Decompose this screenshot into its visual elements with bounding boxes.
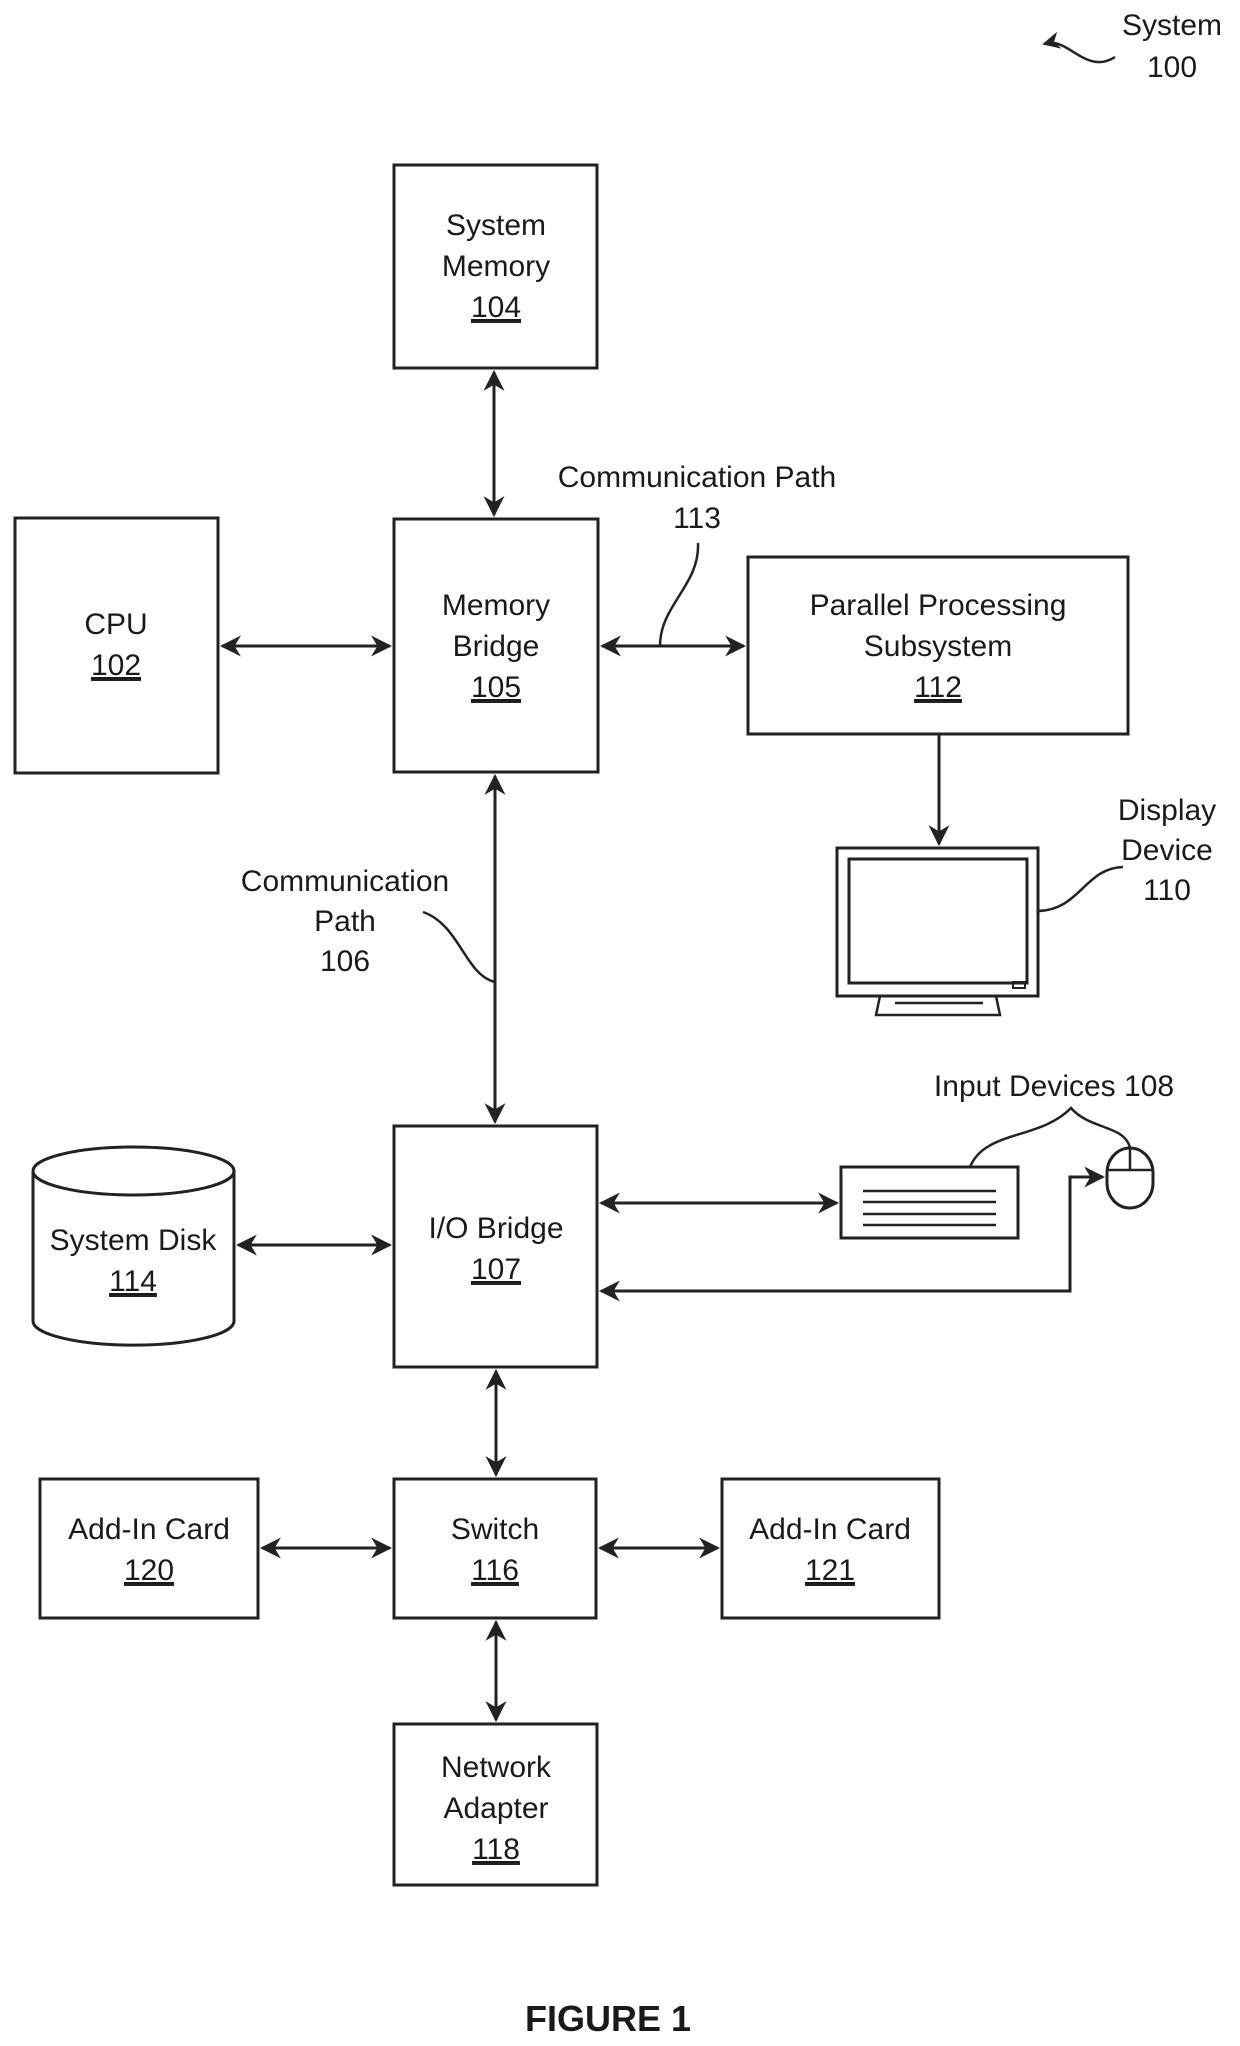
parallel-processing-subsystem-block: Parallel Processing Subsystem 112 [746, 555, 1130, 736]
system-ref: 100 [1147, 51, 1197, 84]
display-label-line-1: Display [1118, 794, 1216, 827]
figure-title: FIGURE 1 [525, 1998, 691, 2039]
system-disk-label: System Disk [50, 1224, 218, 1257]
communication-path-106: Communication Path 106 [241, 773, 506, 1125]
system-memory-line-1: System [446, 209, 546, 242]
cpu-ref: 102 [91, 649, 141, 682]
display-label-line-2: Device [1121, 834, 1213, 867]
path-106-leader [422, 910, 496, 984]
io-bridge-ref: 107 [471, 1253, 521, 1286]
pps-line-1: Parallel Processing [810, 589, 1067, 622]
switch-ref: 116 [471, 1554, 519, 1587]
system-disk-ref: 114 [109, 1265, 157, 1298]
network-adapter-ref: 118 [472, 1833, 520, 1866]
path-106-label-line-3: 106 [320, 945, 370, 978]
path-113-leader [658, 542, 700, 647]
input-devices: Input Devices 108 [598, 1070, 1174, 1302]
display-leader [1037, 865, 1124, 913]
network-adapter-line-1: Network [441, 1751, 552, 1784]
path-106-label-line-1: Communication [241, 865, 449, 898]
cpu-block: CPU 102 [13, 516, 220, 775]
io-bridge-block: I/O Bridge 107 [392, 1124, 599, 1369]
system-block-diagram: System 100 System Memory 104 CPU 102 Mem… [13, 9, 1222, 2039]
switch-label: Switch [451, 1513, 539, 1546]
add-in-card-121-block: Add-In Card 121 [720, 1477, 941, 1620]
add-in-card-121-ref: 121 [805, 1554, 855, 1587]
pps-line-2: Subsystem [864, 630, 1012, 663]
system-leader-arrow [1042, 31, 1116, 64]
system-memory-line-2: Memory [442, 250, 550, 283]
memory-bridge-block: Memory Bridge 105 [392, 517, 600, 774]
input-devices-brace [968, 1106, 1132, 1168]
io-bridge-label: I/O Bridge [428, 1212, 563, 1245]
add-in-card-121-label: Add-In Card [749, 1513, 911, 1546]
system-disk: System Disk 114 [31, 1145, 236, 1347]
add-in-card-120-ref: 120 [124, 1554, 174, 1587]
add-in-card-120-label: Add-In Card [68, 1513, 230, 1546]
cpu-label: CPU [84, 608, 147, 641]
system-label: System [1122, 9, 1222, 42]
network-adapter-block: Network Adapter 118 [392, 1722, 599, 1887]
pps-ref: 112 [914, 671, 962, 704]
memory-bridge-line-2: Bridge [453, 630, 540, 663]
system-memory-ref: 104 [471, 291, 521, 324]
network-adapter-line-2: Adapter [443, 1792, 548, 1825]
system-reference: System 100 [1042, 9, 1222, 84]
display-device: Display Device 110 [835, 794, 1216, 1017]
keyboard-icon [839, 1165, 1020, 1240]
memory-bridge-line-1: Memory [442, 589, 550, 622]
path-106-label-line-2: Path [314, 905, 376, 938]
monitor-stand [874, 995, 1002, 1017]
display-ref: 110 [1143, 874, 1191, 907]
mouse-icon [1105, 1146, 1155, 1210]
input-devices-label: Input Devices 108 [934, 1070, 1174, 1103]
switch-block: Switch 116 [392, 1477, 598, 1620]
monitor-screen [847, 857, 1029, 985]
system-memory-block: System Memory 104 [392, 163, 599, 370]
memory-bridge-ref: 105 [471, 671, 521, 704]
path-113-label-line-1: Communication Path [558, 461, 836, 494]
add-in-card-120-block: Add-In Card 120 [38, 1477, 260, 1620]
path-113-label-line-2: 113 [673, 502, 721, 535]
